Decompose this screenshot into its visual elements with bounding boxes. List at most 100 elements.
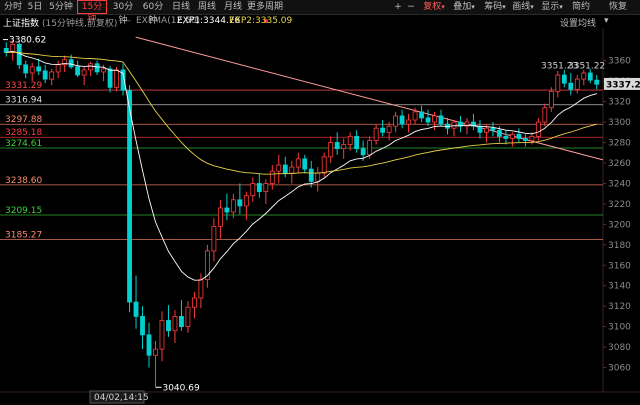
candle-body	[94, 63, 100, 73]
candle-body	[68, 59, 74, 68]
candle-body	[88, 63, 94, 71]
y-tick-label: 3360	[608, 57, 631, 67]
candle-body	[127, 89, 132, 303]
candle-body	[243, 195, 249, 207]
candle-body	[399, 115, 405, 125]
candle-body	[295, 158, 301, 168]
candle-body	[406, 119, 411, 125]
y-tick-label: 3220	[608, 200, 631, 210]
candle-body	[55, 64, 61, 73]
y-tick-label: 3140	[608, 282, 631, 292]
candle-body	[315, 172, 321, 182]
candle-body	[140, 315, 145, 336]
current-price-label: 3337.28	[606, 80, 640, 90]
candle-body	[373, 127, 379, 141]
candle-body	[217, 207, 223, 227]
candle-body	[172, 315, 178, 332]
candle-body	[107, 68, 113, 88]
candle-body	[354, 135, 360, 150]
candle-body	[555, 74, 561, 92]
candle-body	[179, 315, 184, 328]
candle-body	[114, 69, 119, 88]
candle-body	[503, 135, 509, 139]
candle-body	[276, 164, 282, 172]
candle-body	[542, 107, 548, 123]
candle-body	[386, 125, 392, 133]
price-level-label: 3209.15	[5, 206, 42, 216]
price-level-label: 3285.18	[5, 128, 42, 138]
y-tick-label: 3160	[608, 261, 631, 271]
low-label: 3040.69	[162, 383, 199, 393]
candle-body	[230, 199, 236, 213]
price-level-label: 3238.60	[5, 176, 42, 186]
candle-body	[535, 121, 541, 137]
price-level-label: 3331.29	[5, 81, 42, 91]
y-tick-label: 3280	[608, 139, 631, 149]
high-left-label: 3380.62	[9, 36, 46, 46]
candle-body	[568, 82, 574, 90]
ema-fast-line	[6, 50, 597, 281]
candle-body	[393, 115, 399, 127]
candle-body	[516, 133, 522, 139]
x-axis-label: 04/02,14:15	[94, 393, 149, 403]
candle-body	[49, 71, 55, 80]
candle-body	[256, 183, 262, 193]
candle-body	[509, 133, 515, 139]
y-tick-label: 3240	[608, 179, 631, 189]
y-tick-label: 3200	[608, 220, 631, 230]
price-level-label: 3316.94	[5, 96, 42, 106]
price-level-label: 3297.88	[5, 115, 42, 125]
candle-body	[153, 348, 158, 356]
candle-body	[347, 135, 353, 145]
candle-body	[16, 43, 22, 66]
candle-body	[224, 207, 230, 213]
candle-body	[75, 66, 81, 76]
candle-body	[574, 78, 580, 90]
candle-body	[490, 127, 496, 131]
candle-body	[419, 111, 424, 119]
candle-body	[477, 125, 483, 133]
candle-body	[412, 111, 418, 121]
candle-body	[432, 115, 437, 123]
candle-body	[438, 115, 444, 125]
y-tick-label: 3100	[608, 323, 631, 333]
price-level-label: 3185.27	[5, 230, 42, 240]
candle-body	[263, 183, 269, 193]
candle-body	[587, 72, 593, 81]
candle-body	[561, 74, 567, 84]
candle-body	[380, 127, 386, 133]
candle-body	[328, 142, 334, 158]
candle-body	[36, 66, 42, 72]
candle-body	[250, 183, 256, 197]
candle-body	[497, 129, 502, 137]
y-tick-label: 3120	[608, 302, 631, 312]
candle-body	[192, 297, 197, 308]
candle-body	[484, 127, 489, 133]
candle-body	[159, 320, 165, 350]
candle-body	[360, 148, 366, 156]
candle-body	[29, 66, 35, 74]
candle-body	[42, 70, 48, 80]
candle-body	[211, 225, 217, 252]
y-tick-label: 3060	[608, 364, 631, 374]
candle-body	[282, 164, 288, 174]
candle-body	[529, 135, 535, 141]
candle-body	[548, 90, 554, 109]
y-tick-label: 3300	[608, 118, 631, 128]
candle-body	[23, 64, 29, 74]
price-level-label: 3274.61	[5, 139, 42, 149]
candle-body	[289, 166, 295, 174]
candle-body	[581, 72, 587, 80]
candle-body	[425, 117, 431, 123]
candle-body	[237, 199, 243, 207]
y-tick-label: 3080	[608, 343, 631, 353]
y-tick-label: 3260	[608, 159, 631, 169]
y-tick-label: 3320	[608, 98, 631, 108]
candlestick-chart[interactable]: 3331.29 3316.94 3297.88 3285.183274.61 3238.…	[0, 0, 640, 405]
candle-body	[451, 121, 457, 129]
candle-body	[594, 79, 600, 85]
candle-body	[185, 306, 191, 328]
candle-body	[81, 69, 87, 76]
candle-body	[133, 301, 139, 317]
candle-body	[146, 334, 152, 356]
